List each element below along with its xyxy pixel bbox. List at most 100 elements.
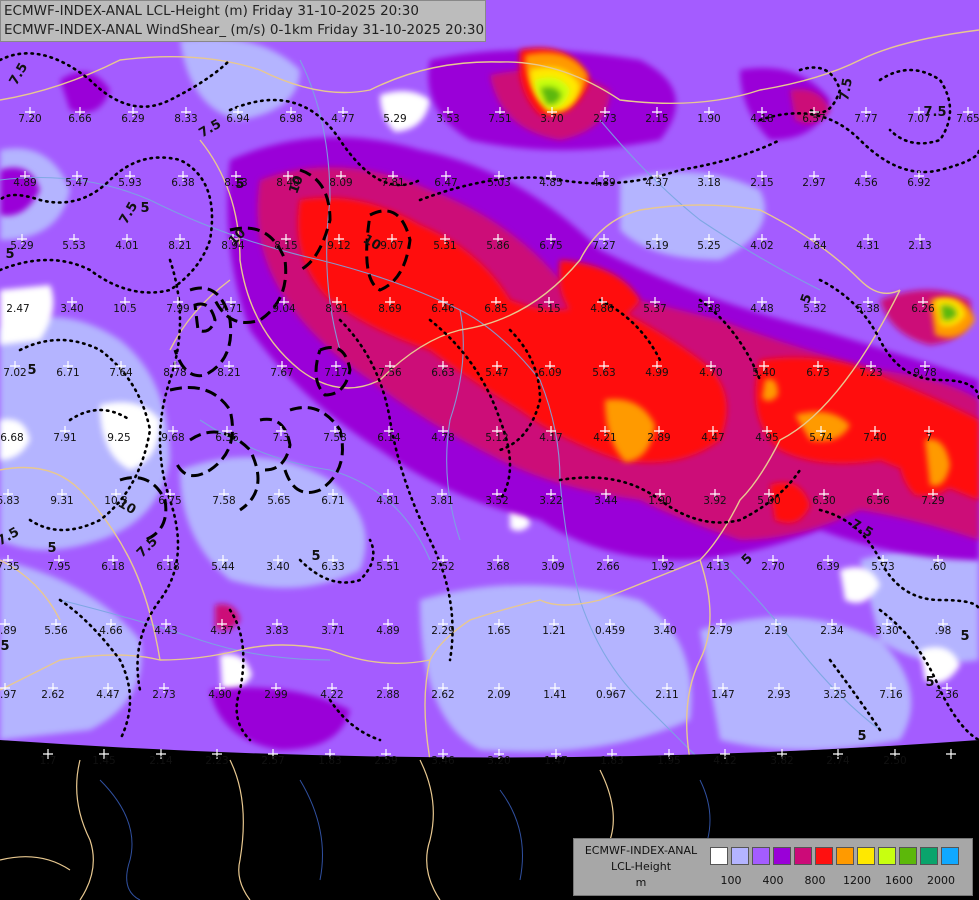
shear-value: 7.99 (166, 303, 189, 315)
shear-value: 6.18 (156, 561, 179, 573)
contour-label: 5 (27, 363, 36, 378)
shear-value: 7.71 (219, 303, 242, 315)
shear-value: 3.52 (485, 495, 508, 507)
title-line-lcl: ECMWF-INDEX-ANAL LCL-Height (m) Friday 3… (4, 3, 419, 19)
shear-value: 4.01 (115, 240, 138, 252)
shear-value: 3.82 (770, 755, 793, 767)
shear-value: 9.68 (161, 432, 184, 444)
shear-value: 2.62 (431, 689, 454, 701)
shear-value: 3.92 (703, 495, 726, 507)
shear-value: .60 (930, 561, 947, 573)
shear-value: 3.40 (653, 625, 676, 637)
legend-swatch (773, 847, 791, 865)
shear-value: 4.43 (154, 625, 177, 637)
shear-value: 6.46 (431, 303, 455, 315)
shear-value: 9.12 (327, 240, 350, 252)
contour-label: 7.5 (923, 105, 946, 120)
shear-value: 4.12 (713, 755, 736, 767)
shear-value: 5.51 (376, 561, 399, 573)
shear-value: 4.47 (701, 432, 724, 444)
shear-value: 3.68 (486, 561, 509, 573)
shear-value: 5.32 (803, 303, 826, 315)
shear-value: 6.09 (538, 367, 561, 379)
shear-value: 1.45 (92, 755, 115, 767)
legend-swatch (899, 847, 917, 865)
shear-value: 6.71 (321, 495, 344, 507)
shear-value: 2.47 (6, 303, 29, 315)
map-viewer: 7.20 6.66 6.29 8.33 6.94 6.98 4.77 5.29 3.53 7.51… (0, 0, 979, 900)
shear-value: 6.47 (434, 177, 457, 189)
shear-value: 2.15 (645, 113, 668, 125)
shear-value: 2.70 (761, 561, 784, 573)
shear-value: 7.56 (378, 367, 402, 379)
shear-value: 7.20 (18, 113, 41, 125)
shear-value: 8.15 (274, 240, 297, 252)
shear-value: 9.25 (107, 432, 130, 444)
shear-value: 5.53 (62, 240, 85, 252)
shear-value: 7.77 (854, 113, 877, 125)
legend-swatch (815, 847, 833, 865)
shear-value: 3.83 (265, 625, 288, 637)
shear-value: 5.65 (267, 495, 290, 507)
shear-value: 5.86 (486, 240, 510, 252)
legend-unit: m (635, 876, 647, 889)
shear-value: 2.11 (655, 689, 678, 701)
shear-value: 7.67 (270, 367, 293, 379)
shear-value: 3.20 (487, 755, 510, 767)
shear-value: 4.99 (645, 367, 668, 379)
shear-value: 4.21 (593, 432, 616, 444)
shear-value: 2.09 (487, 689, 510, 701)
shear-value: 3.46 (431, 755, 455, 767)
shear-value: 6.94 (226, 113, 250, 125)
color-legend: ECMWF-INDEX-ANAL LCL-Height m 100 400 800 1… (573, 838, 973, 896)
shear-value: 5.00 (757, 495, 780, 507)
legend-swatch (920, 847, 938, 865)
shear-value: 2.13 (908, 240, 931, 252)
shear-value: 7 (926, 432, 933, 444)
shear-value: 1.7 (40, 755, 57, 767)
legend-swatch (941, 847, 959, 865)
shear-value: 7.29 (921, 495, 944, 507)
shear-value: 2.36 (935, 689, 959, 701)
shear-value: 2.34 (820, 625, 844, 637)
shear-value: 6.33 (321, 561, 344, 573)
shear-value: 6.92 (907, 177, 930, 189)
shear-value: 2.97 (802, 177, 825, 189)
legend-swatch (857, 847, 875, 865)
shear-value: 6.36 (215, 432, 239, 444)
shear-value: 2.23 (205, 755, 228, 767)
shear-value: 7.35 (0, 561, 20, 573)
shear-value: 2.29 (431, 625, 454, 637)
shear-value: 7.81 (381, 177, 404, 189)
shear-value: 4.22 (320, 689, 343, 701)
shear-value: 2.89 (647, 432, 670, 444)
legend-tick-label: 400 (762, 874, 784, 887)
contour-label: 5 (5, 247, 14, 262)
shear-value: 4.56 (854, 177, 878, 189)
shear-value: 9.04 (272, 303, 296, 315)
shear-value: 5.28 (697, 303, 720, 315)
shear-value: 5.29 (383, 113, 406, 125)
lcl-height-map: 7.20 6.66 6.29 8.33 6.94 6.98 4.77 5.29 3.53 7.51… (0, 0, 979, 900)
shear-value: 5.47 (65, 177, 88, 189)
contour-label: 5 (0, 639, 9, 654)
shear-value: 4.70 (699, 367, 722, 379)
shear-value: 4.89 (13, 177, 36, 189)
shear-value: 6.68 (0, 432, 23, 444)
shear-value: 5.31 (433, 240, 456, 252)
shear-value: 2.66 (596, 561, 620, 573)
legend-source: ECMWF-INDEX-ANAL (584, 844, 698, 857)
shear-value: 4.89 (376, 625, 399, 637)
shear-value: 7.27 (592, 240, 615, 252)
legend-tick-label: 2000 (927, 874, 955, 887)
shear-value: 7.58 (212, 495, 235, 507)
shear-value: 7.02 (3, 367, 26, 379)
shear-value: 4.02 (750, 240, 773, 252)
shear-value: 4.37 (645, 177, 668, 189)
shear-value: 6.63 (431, 367, 454, 379)
shear-value: 7.51 (488, 113, 511, 125)
shear-value: 1.92 (651, 561, 674, 573)
shear-value: 5.93 (118, 177, 141, 189)
shear-value: 6.66 (68, 113, 92, 125)
shear-value: 6.71 (56, 367, 79, 379)
